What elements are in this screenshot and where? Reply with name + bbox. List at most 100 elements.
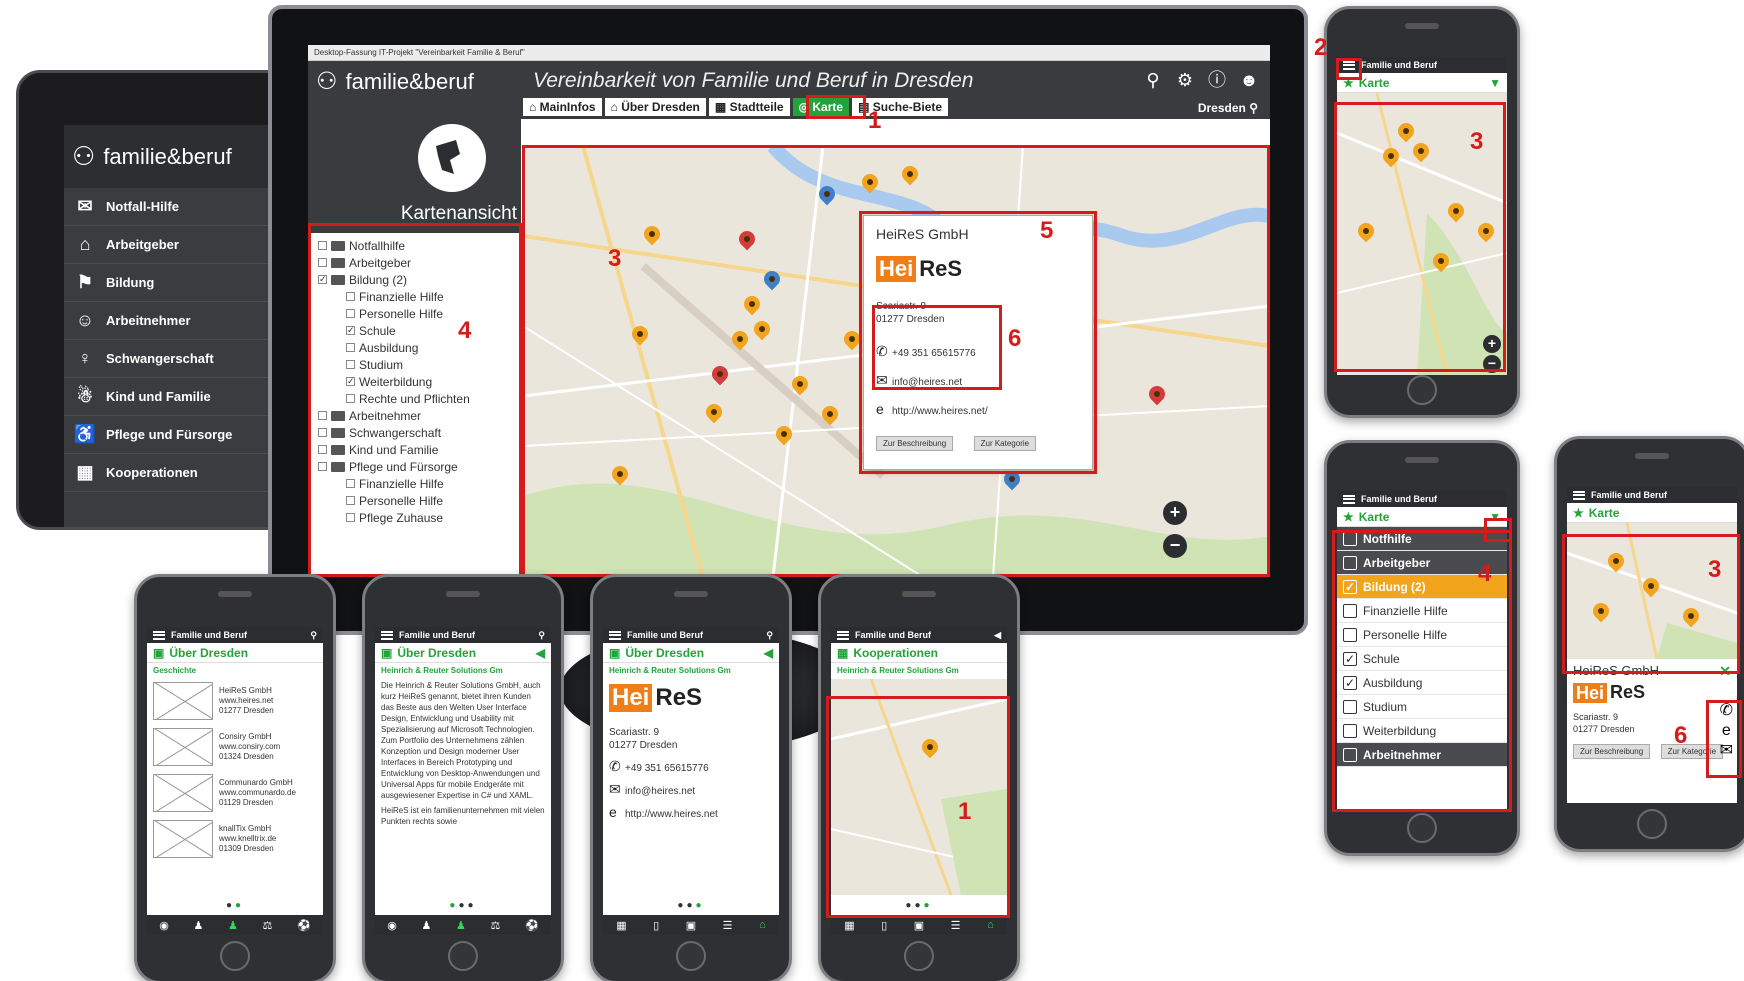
- map-pin[interactable]: [901, 166, 919, 190]
- map-pin[interactable]: [1412, 143, 1430, 167]
- home-button[interactable]: [1407, 375, 1437, 405]
- hamburger-menu-icon[interactable]: [1343, 60, 1355, 70]
- phone-device-icon[interactable]: ▯: [653, 919, 659, 932]
- map-pin[interactable]: [1682, 608, 1700, 632]
- checkbox[interactable]: [346, 292, 355, 301]
- tree-item[interactable]: Kind und Familie: [318, 441, 511, 458]
- list-item[interactable]: HeiReS GmbH www.heires.net 01277 Dresden: [147, 678, 323, 724]
- scale-icon[interactable]: ⚖: [262, 919, 272, 932]
- description-button[interactable]: Zur Beschreibung: [1573, 744, 1651, 759]
- map-pin[interactable]: [1357, 223, 1375, 247]
- checkbox[interactable]: [318, 462, 327, 471]
- tab-suche-biete[interactable]: ▤ Suche-Biete: [852, 98, 949, 116]
- camera-icon[interactable]: ▣: [686, 919, 696, 932]
- search-icon[interactable]: ⚲: [538, 630, 545, 641]
- tree-item[interactable]: Rechte und Pflichten: [318, 390, 511, 407]
- checkbox[interactable]: [346, 360, 355, 369]
- map-pin[interactable]: [775, 426, 793, 450]
- search-icon[interactable]: ⚲: [1142, 69, 1164, 91]
- phone-map[interactable]: [831, 679, 1007, 895]
- tab-stadtteile[interactable]: ▦ Stadtteile: [708, 98, 790, 116]
- home-button[interactable]: [448, 941, 478, 971]
- user-icon[interactable]: ☻: [1238, 69, 1260, 91]
- tree-item[interactable]: Ausbildung: [318, 339, 511, 356]
- checkbox[interactable]: [346, 513, 355, 522]
- web-row[interactable]: e http://www.heires.net/: [876, 396, 1080, 425]
- zoom-in-button[interactable]: +: [1483, 335, 1501, 353]
- map-pin[interactable]: [753, 321, 771, 345]
- tree-item[interactable]: Finanzielle Hilfe: [318, 288, 511, 305]
- tree-item[interactable]: Notfallhilfe: [318, 237, 511, 254]
- checkbox[interactable]: ✓: [318, 275, 327, 284]
- phone-row[interactable]: ✆ +49 351 65615776: [609, 756, 773, 779]
- home-button[interactable]: [1637, 809, 1667, 839]
- tree-item[interactable]: Finanzielle Hilfe: [318, 475, 511, 492]
- checkbox[interactable]: [346, 394, 355, 403]
- map-pin[interactable]: [1642, 578, 1660, 602]
- checkbox[interactable]: [1343, 699, 1357, 714]
- list-item[interactable]: Communardo GmbH www.communardo.de 01129 Dr…: [147, 770, 323, 816]
- map-pin[interactable]: [1432, 253, 1450, 277]
- checkbox[interactable]: [346, 479, 355, 488]
- filter-item[interactable]: ✓ Ausbildung: [1337, 671, 1507, 695]
- home-icon[interactable]: ⌂: [759, 919, 766, 931]
- info-icon[interactable]: ⓘ: [1206, 69, 1228, 91]
- web-row[interactable]: e http://www.heires.net: [609, 802, 773, 825]
- database-icon[interactable]: ☰: [723, 919, 733, 932]
- hamburger-menu-icon[interactable]: [837, 630, 849, 640]
- map-pin[interactable]: [1592, 603, 1610, 627]
- checkbox[interactable]: [318, 258, 327, 267]
- mail-icon[interactable]: ✉: [1720, 741, 1733, 761]
- map-pin[interactable]: [1148, 386, 1166, 410]
- back-icon[interactable]: ◀: [994, 630, 1001, 641]
- group-icon[interactable]: ♟: [456, 919, 466, 932]
- checkbox[interactable]: [1343, 555, 1357, 570]
- tab--ber-dresden[interactable]: ⌂ Über Dresden: [604, 98, 706, 116]
- checkbox[interactable]: [346, 496, 355, 505]
- tree-item[interactable]: Arbeitnehmer: [318, 407, 511, 424]
- hamburger-menu-icon[interactable]: [609, 630, 621, 640]
- list-item[interactable]: Consiry GmbH www.consiry.com 01324 Dresden: [147, 724, 323, 770]
- tab-karte[interactable]: ◎ Karte: [792, 98, 850, 116]
- person-icon[interactable]: ♟: [194, 919, 204, 932]
- checkbox[interactable]: ✓: [1343, 651, 1357, 666]
- zoom-out-button[interactable]: −: [1483, 355, 1501, 373]
- page-dots[interactable]: ●●●: [603, 900, 779, 911]
- map-pin[interactable]: [611, 466, 629, 490]
- card-icon[interactable]: ▦: [844, 919, 854, 932]
- tree-item[interactable]: Personelle Hilfe: [318, 305, 511, 322]
- filter-item[interactable]: Weiterbildung: [1337, 719, 1507, 743]
- close-icon[interactable]: ✕: [1719, 663, 1731, 680]
- filter-item[interactable]: Notfhilfe: [1337, 527, 1507, 551]
- email-row[interactable]: ✉ info@heires.net: [876, 367, 1080, 396]
- checkbox[interactable]: [1343, 723, 1357, 738]
- map-pin[interactable]: [791, 376, 809, 400]
- map-pin[interactable]: [1477, 223, 1495, 247]
- map-pin[interactable]: [861, 174, 879, 198]
- checkbox[interactable]: ✓: [346, 377, 355, 386]
- category-button[interactable]: Zur Kategorie: [973, 436, 1037, 451]
- checkbox[interactable]: [1343, 603, 1357, 618]
- phone-map[interactable]: [1567, 523, 1737, 659]
- group-icon[interactable]: ♟: [228, 919, 238, 932]
- tree-item[interactable]: Schwangerschaft: [318, 424, 511, 441]
- binoculars-icon[interactable]: ◉: [159, 919, 169, 932]
- back-icon[interactable]: ◀: [536, 646, 545, 660]
- map-pin[interactable]: [1607, 553, 1625, 577]
- checkbox[interactable]: ✓: [1343, 579, 1357, 594]
- page-dots[interactable]: ●●●: [375, 900, 551, 911]
- map-pin[interactable]: [1382, 148, 1400, 172]
- phone-row[interactable]: ✆ +49 351 65615776: [876, 338, 1080, 367]
- filter-item[interactable]: Arbeitnehmer: [1337, 743, 1507, 767]
- map-pin[interactable]: [743, 296, 761, 320]
- filter-icon[interactable]: ▼: [1489, 76, 1501, 90]
- home-button[interactable]: [220, 941, 250, 971]
- search-icon[interactable]: ⚲: [766, 630, 773, 641]
- checkbox[interactable]: [1343, 531, 1357, 546]
- back-icon[interactable]: ◀: [764, 646, 773, 660]
- map-pin[interactable]: [821, 406, 839, 430]
- map-pin[interactable]: [763, 271, 781, 295]
- tree-item[interactable]: Personelle Hilfe: [318, 492, 511, 509]
- hamburger-menu-icon[interactable]: [1343, 494, 1355, 504]
- search-icon[interactable]: ⚲: [310, 630, 317, 641]
